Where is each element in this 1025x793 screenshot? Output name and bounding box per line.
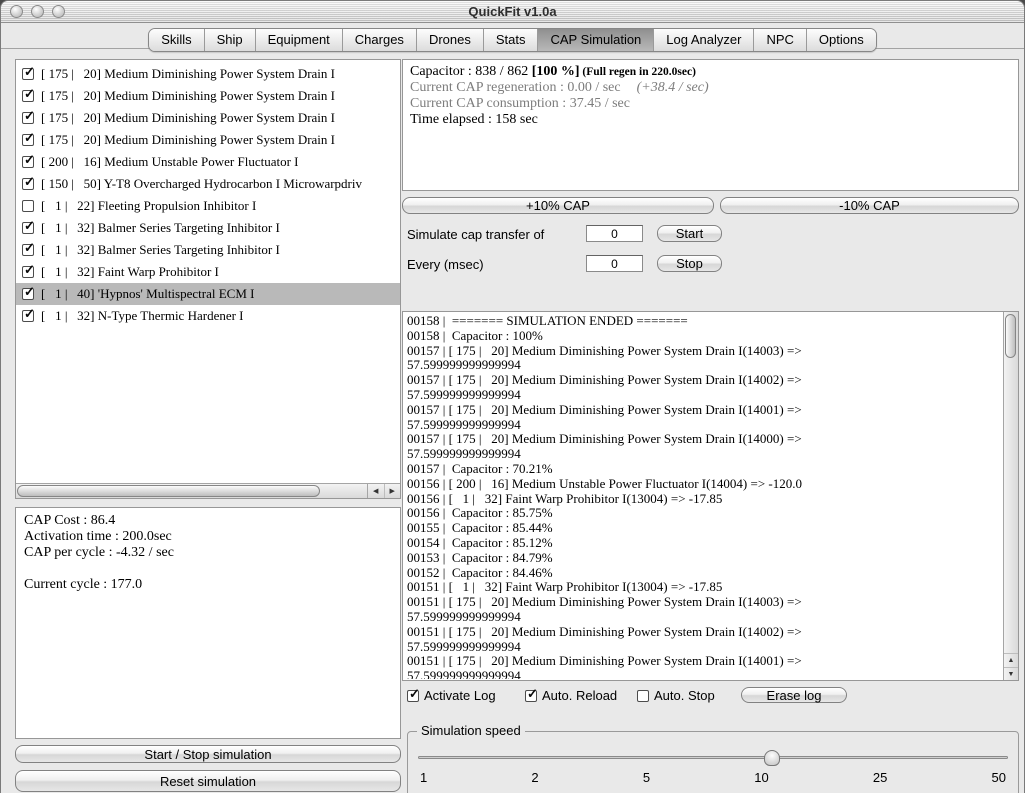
list-item[interactable]: [ 1 | 32] Balmer Series Targeting Inhibi… [16, 239, 400, 261]
reset-simulation-button[interactable]: Reset simulation [15, 770, 401, 792]
speed-slider-track[interactable] [418, 750, 1008, 766]
module-list: [ 175 | 20] Medium Diminishing Power Sys… [15, 59, 401, 499]
scroll-up-arrow[interactable]: ▲ [1004, 654, 1018, 667]
transfer-stop-button[interactable]: Stop [657, 255, 722, 272]
list-item-label: [ 1 | 32] Faint Warp Prohibitor I [41, 264, 219, 279]
activate-log-checkbox[interactable] [407, 686, 420, 702]
module-checkbox[interactable] [22, 262, 35, 278]
list-item-label: [ 175 | 20] Medium Diminishing Power Sys… [41, 66, 335, 81]
module-checkbox[interactable] [22, 200, 34, 212]
list-item[interactable]: [ 175 | 20] Medium Diminishing Power Sys… [16, 63, 400, 85]
list-item[interactable]: [ 150 | 50] Y-T8 Overcharged Hydrocarbon… [16, 173, 400, 195]
plus-10-cap-button[interactable]: +10% CAP [402, 197, 714, 214]
module-stats-panel: CAP Cost : 86.4 Activation time : 200.0s… [15, 507, 401, 739]
simulation-speed-group: Simulation speed 1 2 5 10 25 50 [407, 723, 1019, 793]
list-item-label: [ 175 | 20] Medium Diminishing Power Sys… [41, 88, 335, 103]
transfer-amount-input[interactable] [586, 225, 643, 242]
tab-stats[interactable]: Stats [482, 29, 538, 51]
module-checkbox[interactable] [22, 174, 35, 190]
cap-consumption-line: Current CAP consumption : 37.45 / sec [410, 96, 630, 111]
start-stop-simulation-button[interactable]: Start / Stop simulation [15, 745, 401, 763]
list-item-label: [ 150 | 50] Y-T8 Overcharged Hydrocarbon… [41, 176, 363, 191]
current-cycle-line: Current cycle : 177.0 [24, 577, 143, 592]
list-item[interactable]: [ 1 | 22] Fleeting Propulsion Inhibitor … [16, 195, 400, 217]
horizontal-scrollbar[interactable]: ◀ ▶ [16, 483, 400, 498]
module-checkbox[interactable] [22, 86, 35, 102]
module-checkbox[interactable] [22, 152, 35, 168]
list-item-label: [ 1 | 22] Fleeting Propulsion Inhibitor … [41, 198, 257, 213]
module-checkbox[interactable] [22, 108, 35, 124]
list-item-label: [ 175 | 20] Medium Diminishing Power Sys… [41, 132, 335, 147]
activation-time-line: Activation time : 200.0sec [24, 529, 172, 544]
cap-cost-line: CAP Cost : 86.4 [24, 513, 116, 528]
vertical-scrollbar[interactable]: ▲ ▼ [1003, 312, 1018, 680]
tab-npc[interactable]: NPC [753, 29, 806, 51]
activate-log-label: Activate Log [424, 688, 496, 703]
auto-stop-control[interactable]: Auto. Stop [637, 688, 715, 703]
scroll-down-arrow[interactable]: ▼ [1004, 667, 1018, 680]
titlebar: QuickFit v1.0a [1, 1, 1024, 23]
tab-log-analyzer[interactable]: Log Analyzer [653, 29, 754, 51]
list-item[interactable]: [ 1 | 32] N-Type Thermic Hardener I [16, 305, 400, 327]
list-item[interactable]: [ 175 | 20] Medium Diminishing Power Sys… [16, 129, 400, 151]
tab-options[interactable]: Options [805, 29, 876, 51]
transfer-interval-label: Every (msec) [407, 257, 484, 272]
capacitor-line: Capacitor : 838 / 862 [100 %] (Full rege… [410, 64, 696, 79]
tab-ship[interactable]: Ship [203, 29, 255, 51]
app-window: QuickFit v1.0a Skills Ship Equipment Cha… [0, 0, 1025, 793]
module-checkbox[interactable] [22, 130, 35, 146]
tab-bar: Skills Ship Equipment Charges Drones Sta… [1, 28, 1024, 52]
simulation-speed-label: Simulation speed [417, 723, 525, 738]
list-item[interactable]: [ 200 | 16] Medium Unstable Power Fluctu… [16, 151, 400, 173]
list-item-label: [ 1 | 32] N-Type Thermic Hardener I [41, 308, 244, 323]
erase-log-button[interactable]: Erase log [741, 687, 847, 703]
scroll-right-arrow[interactable]: ▶ [383, 484, 401, 498]
module-checkbox[interactable] [22, 218, 35, 234]
speed-tick-labels: 1 2 5 10 25 50 [420, 770, 1006, 785]
module-checkbox[interactable] [22, 306, 35, 322]
minus-10-cap-button[interactable]: -10% CAP [720, 197, 1019, 214]
cap-transfer-label: Simulate cap transfer of [407, 227, 545, 242]
auto-reload-label: Auto. Reload [542, 688, 618, 703]
list-item-label: [ 1 | 40] 'Hypnos' Multispectral ECM I [41, 286, 255, 301]
cap-regeneration-line: Current CAP regeneration : 0.00 / sec (+3… [410, 80, 709, 95]
list-item-label: [ 200 | 16] Medium Unstable Power Fluctu… [41, 154, 299, 169]
list-item-label: [ 1 | 32] Balmer Series Targeting Inhibi… [41, 242, 280, 257]
tab-charges[interactable]: Charges [341, 29, 416, 51]
list-item[interactable]: [ 175 | 20] Medium Diminishing Power Sys… [16, 85, 400, 107]
list-item[interactable]: [ 1 | 32] Faint Warp Prohibitor I [16, 261, 400, 283]
transfer-start-button[interactable]: Start [657, 225, 722, 242]
scroll-left-arrow[interactable]: ◀ [368, 484, 384, 498]
window-title: QuickFit v1.0a [468, 4, 557, 19]
cap-per-cycle-line: CAP per cycle : -4.32 / sec [24, 545, 174, 560]
tab-equipment[interactable]: Equipment [254, 29, 342, 51]
speed-slider-handle[interactable] [763, 750, 780, 766]
scrollbar-thumb[interactable] [17, 485, 321, 497]
list-item[interactable]: [ 175 | 20] Medium Diminishing Power Sys… [16, 107, 400, 129]
auto-stop-label: Auto. Stop [654, 688, 715, 703]
simulation-log: 00158 | ======= SIMULATION ENDED =======… [402, 311, 1019, 681]
transfer-interval-input[interactable] [586, 255, 643, 272]
list-item-label: [ 175 | 20] Medium Diminishing Power Sys… [41, 110, 335, 125]
list-item[interactable]: [ 1 | 32] Balmer Series Targeting Inhibi… [16, 217, 400, 239]
module-checkbox[interactable] [22, 284, 35, 300]
tab-cap-simulation[interactable]: CAP Simulation [537, 29, 654, 51]
auto-reload-control[interactable]: Auto. Reload [525, 686, 618, 703]
auto-reload-checkbox[interactable] [525, 686, 538, 702]
scrollbar-thumb[interactable] [1005, 314, 1016, 358]
time-elapsed-line: Time elapsed : 158 sec [410, 112, 538, 127]
list-item-selected[interactable]: [ 1 | 40] 'Hypnos' Multispectral ECM I [16, 283, 400, 305]
auto-stop-checkbox[interactable] [637, 689, 649, 702]
activate-log-control[interactable]: Activate Log [407, 686, 496, 703]
module-checkbox[interactable] [22, 240, 35, 256]
capacitor-info-panel: Capacitor : 838 / 862 [100 %] (Full rege… [402, 59, 1019, 191]
tab-skills[interactable]: Skills [149, 29, 204, 51]
module-checkbox[interactable] [22, 64, 35, 80]
tab-drones[interactable]: Drones [415, 29, 483, 51]
log-text[interactable]: 00158 | ======= SIMULATION ENDED =======… [404, 313, 1001, 679]
list-item-label: [ 1 | 32] Balmer Series Targeting Inhibi… [41, 220, 280, 235]
